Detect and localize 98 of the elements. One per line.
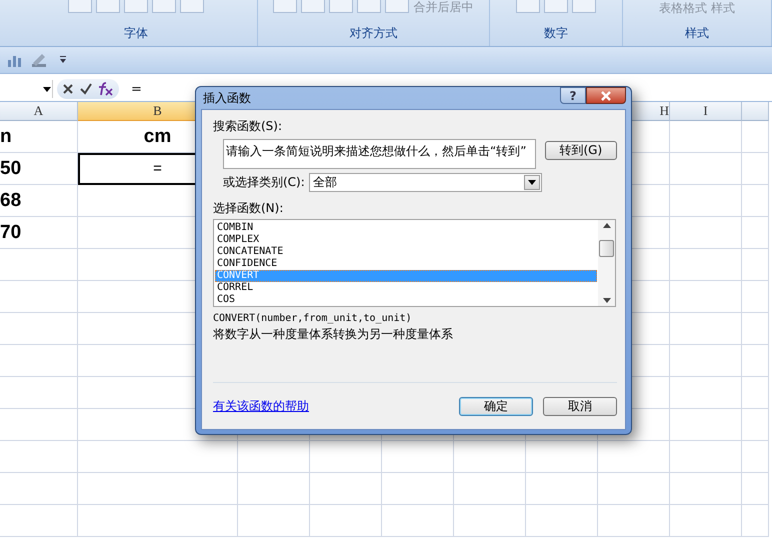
toolbar-button[interactable] (329, 0, 354, 13)
toolbar-button[interactable] (68, 0, 92, 13)
column-header[interactable]: I (670, 102, 742, 121)
toolbar-button[interactable] (516, 0, 540, 13)
table-cell (670, 441, 742, 473)
list-item[interactable]: CONCATENATE (215, 246, 597, 258)
table-cell (670, 409, 742, 441)
table-cell: 68 (0, 185, 78, 217)
table-cell (670, 249, 742, 281)
table-cell (670, 185, 742, 217)
table-cell: 50 (0, 153, 78, 185)
table-cell (670, 153, 742, 185)
table-cell (670, 313, 742, 345)
list-item[interactable]: COS (215, 294, 597, 306)
table-cell (670, 217, 742, 249)
toolbar-button[interactable] (385, 0, 410, 13)
table-cell (454, 505, 526, 537)
function-description: 将数字从一种度量体系转换为另一种度量体系 (213, 326, 454, 343)
list-item[interactable]: COMPLEX (215, 234, 597, 246)
toolbar-button[interactable] (124, 0, 148, 13)
table-cell (670, 121, 742, 153)
list-item[interactable]: CONFIDENCE (215, 258, 597, 270)
table-cell (310, 505, 382, 537)
table-cell (526, 505, 598, 537)
table-cell: 70 (0, 217, 78, 249)
function-list[interactable]: COMBIN COMPLEX CONCATENATE CONFIDENCE CONVERT CORREL COS (213, 219, 616, 307)
table-cell (238, 441, 310, 473)
table-cell (742, 505, 769, 537)
table-cell: n (0, 121, 78, 153)
table-cell (742, 345, 769, 377)
table-cell (670, 281, 742, 313)
table-cell (742, 217, 769, 249)
group-label: 对齐方式 (349, 25, 398, 42)
table-cell (598, 441, 670, 473)
table-cell (382, 441, 454, 473)
table-cell (670, 505, 742, 537)
table-cell (310, 441, 382, 473)
cancel-button[interactable]: 取消 (543, 396, 617, 416)
toolbar-button[interactable] (273, 0, 298, 13)
table-cell (742, 441, 769, 473)
table-cell (742, 121, 769, 153)
scrollbar-thumb[interactable] (599, 240, 614, 256)
group-label: 字体 (124, 25, 148, 42)
toolbar-button[interactable] (572, 0, 596, 13)
category-dropdown[interactable]: 全部 (308, 173, 542, 192)
function-label: 选择函数(N): (213, 200, 284, 217)
pencil-icon[interactable] (30, 52, 48, 68)
table-cell (742, 377, 769, 409)
table-cell (526, 473, 598, 505)
table-cell (670, 377, 742, 409)
table-cell (238, 473, 310, 505)
close-button[interactable] (586, 87, 626, 104)
toolbar-button[interactable] (544, 0, 568, 13)
list-item[interactable]: CORREL (215, 282, 597, 294)
dropdown-icon[interactable] (42, 85, 52, 93)
group-label: 样式 (684, 25, 709, 42)
ok-button[interactable]: 确定 (459, 396, 533, 416)
table-cell (742, 185, 769, 217)
function-signature: CONVERT(number,from_unit,to_unit) (213, 313, 413, 324)
group-label: 数字 (544, 25, 568, 42)
toolbar-button[interactable] (301, 0, 326, 13)
dropdown-icon[interactable] (528, 180, 536, 185)
list-item[interactable]: COMBIN (215, 222, 597, 234)
table-cell (454, 441, 526, 473)
search-field[interactable]: 请输入一条简短说明来描述您想做什么，然后单击“转到” (223, 139, 536, 169)
table-cell (238, 505, 310, 537)
table-cell (742, 473, 769, 505)
table-cell (742, 313, 769, 345)
scroll-down-icon[interactable] (602, 298, 610, 303)
toolbar-button[interactable] (180, 0, 204, 13)
table-cell (454, 473, 526, 505)
column-header[interactable]: A (0, 102, 78, 121)
scrollbar[interactable] (598, 220, 615, 306)
close-icon[interactable] (600, 90, 612, 100)
table-cell (742, 249, 769, 281)
column-header[interactable] (742, 102, 769, 121)
table-cell (598, 473, 670, 505)
table-cell (310, 473, 382, 505)
table-cell (742, 153, 769, 185)
table-cell (742, 281, 769, 313)
function-icon[interactable] (97, 82, 113, 96)
table-cell (742, 409, 769, 441)
table-cell (382, 473, 454, 505)
cancel-icon[interactable] (61, 82, 75, 96)
table-cell (670, 473, 742, 505)
toolbar-button[interactable] (96, 0, 120, 13)
toolbar-button[interactable] (152, 0, 176, 13)
go-button[interactable]: 转到(G) (544, 141, 617, 160)
help-button[interactable]: ? (560, 87, 586, 104)
formula-text[interactable]: = (131, 82, 142, 96)
table-cell (670, 345, 742, 377)
help-link[interactable]: 有关该函数的帮助 (213, 398, 309, 414)
table-cell (526, 441, 598, 473)
toolbar-button[interactable] (357, 0, 382, 13)
scroll-up-icon[interactable] (602, 223, 610, 228)
table-cell (382, 505, 454, 537)
table-cell (598, 505, 670, 537)
check-icon[interactable] (79, 82, 93, 96)
